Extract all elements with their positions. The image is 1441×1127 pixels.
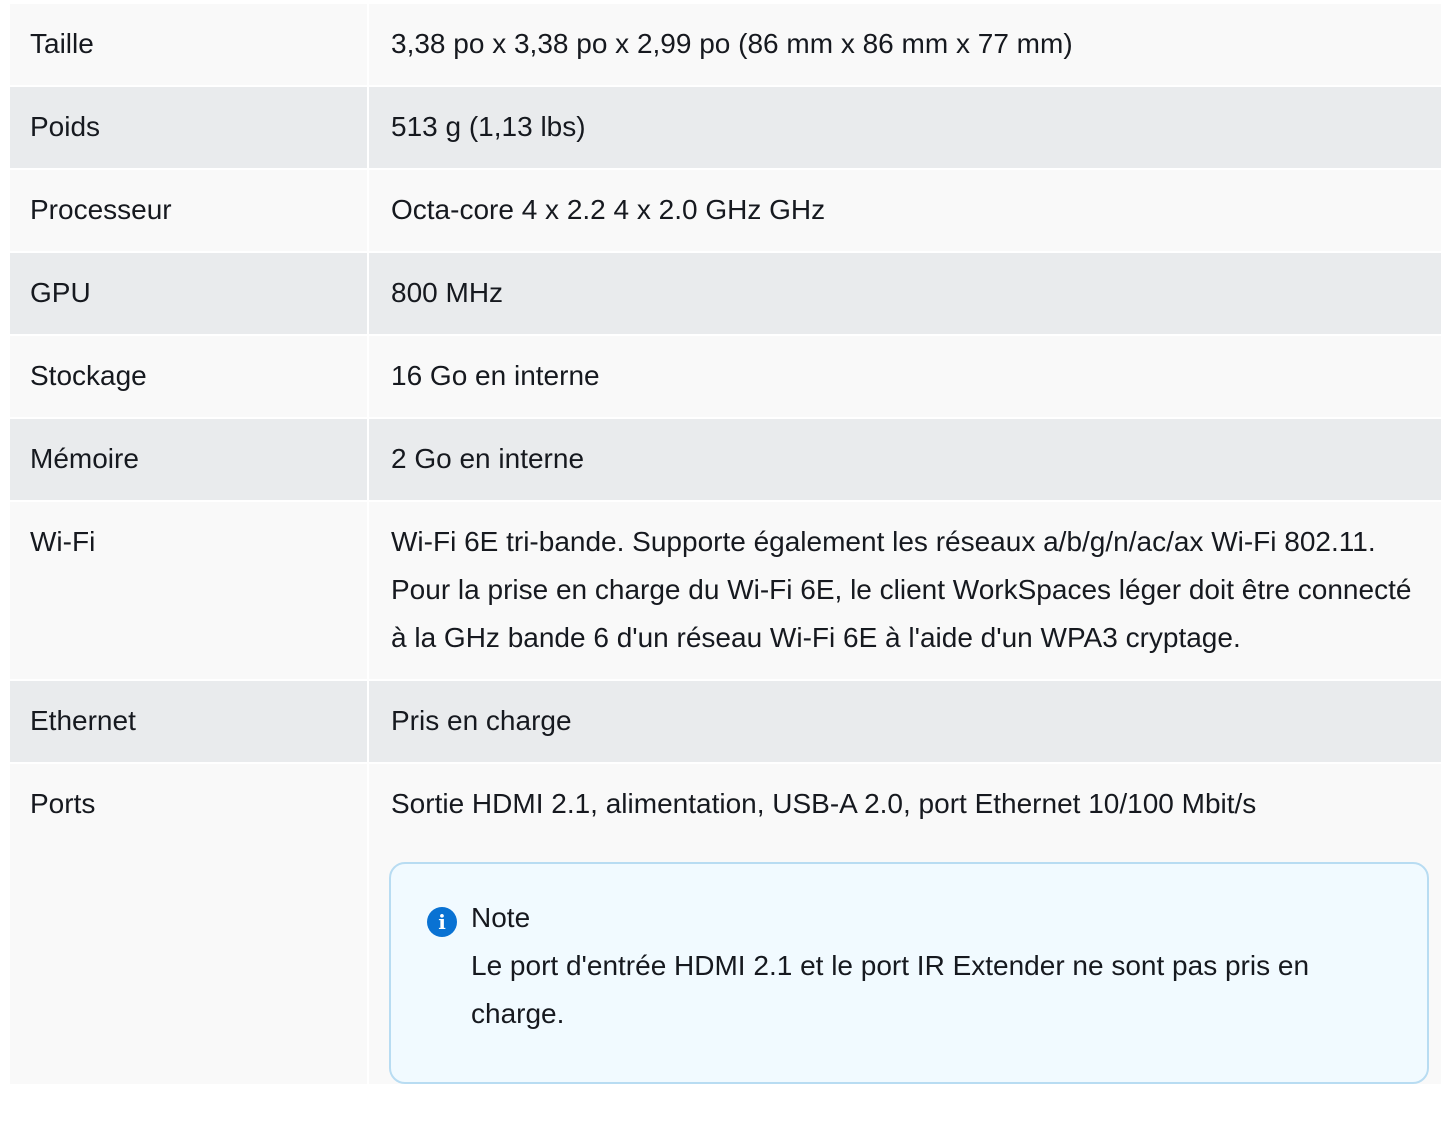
spec-row-processeur: Processeur Octa-core 4 x 2.2 4 x 2.0 GHz… xyxy=(10,169,1441,253)
note-callout: i Note Le port d'entrée HDMI 2.1 et le p… xyxy=(389,862,1429,1084)
spec-label: Wi-Fi xyxy=(10,501,368,681)
info-icon: i xyxy=(427,907,457,937)
note-title: Note xyxy=(471,902,531,933)
spec-row-memoire: Mémoire 2 Go en interne xyxy=(10,418,1441,502)
spec-table: Taille 3,38 po x 3,38 po x 2,99 po (86 m… xyxy=(10,4,1441,1086)
spec-row-gpu: GPU 800 MHz xyxy=(10,252,1441,336)
spec-value: 800 MHz xyxy=(367,252,1441,336)
spec-label: Mémoire xyxy=(10,418,368,502)
spec-value: Sortie HDMI 2.1, alimentation, USB-A 2.0… xyxy=(391,788,1257,819)
spec-row-ethernet: Ethernet Pris en charge xyxy=(10,680,1441,764)
spec-row-poids: Poids 513 g (1,13 lbs) xyxy=(10,86,1441,170)
spec-value: Pris en charge xyxy=(367,680,1441,764)
spec-value: Wi-Fi 6E tri-bande. Supporte également l… xyxy=(367,501,1441,681)
note-body: Le port d'entrée HDMI 2.1 et le port IR … xyxy=(471,950,1310,1029)
spec-label: GPU xyxy=(10,252,368,336)
spec-label: Ethernet xyxy=(10,680,368,764)
spec-label: Stockage xyxy=(10,335,368,419)
spec-label: Taille xyxy=(10,4,368,87)
spec-value: Octa-core 4 x 2.2 4 x 2.0 GHz GHz xyxy=(367,169,1441,253)
spec-row-ports: Ports Sortie HDMI 2.1, alimentation, USB… xyxy=(10,763,1441,1086)
spec-value-cell: Sortie HDMI 2.1, alimentation, USB-A 2.0… xyxy=(367,763,1441,1086)
spec-value: 513 g (1,13 lbs) xyxy=(367,86,1441,170)
spec-value: 2 Go en interne xyxy=(367,418,1441,502)
spec-label: Processeur xyxy=(10,169,368,253)
spec-value: 16 Go en interne xyxy=(367,335,1441,419)
spec-row-stockage: Stockage 16 Go en interne xyxy=(10,335,1441,419)
spec-row-taille: Taille 3,38 po x 3,38 po x 2,99 po (86 m… xyxy=(10,4,1441,87)
spec-value: 3,38 po x 3,38 po x 2,99 po (86 mm x 86 … xyxy=(367,4,1441,87)
spec-label: Poids xyxy=(10,86,368,170)
spec-label: Ports xyxy=(10,763,368,1086)
spec-row-wifi: Wi-Fi Wi-Fi 6E tri-bande. Supporte égale… xyxy=(10,501,1441,681)
